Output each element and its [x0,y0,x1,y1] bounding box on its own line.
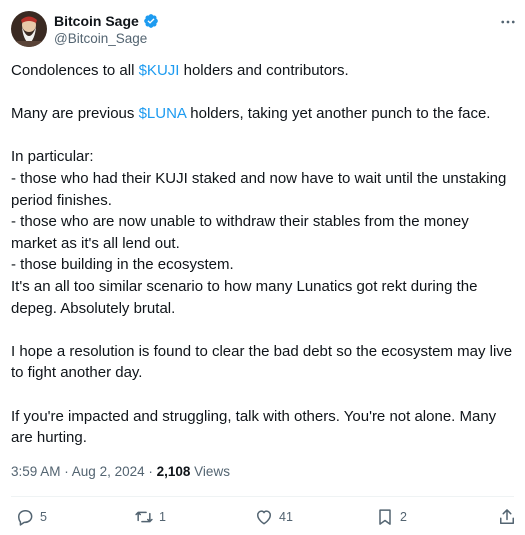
bookmark-count: 2 [400,510,407,524]
avatar-image [11,11,47,47]
reply-button[interactable]: 5 [15,506,47,528]
repost-button[interactable]: 1 [134,506,166,528]
meta-separator: · [60,464,72,479]
divider [11,496,514,497]
text-segment: Condolences to all [11,62,139,79]
repost-icon [135,511,153,523]
tweet-text: Condolences to all $KUJI holders and con… [11,60,517,449]
cashtag-link[interactable]: $KUJI [139,62,180,79]
text-segment: Many are previous [11,105,139,123]
author-handle[interactable]: @Bitcoin_Sage [54,31,147,47]
share-icon [500,509,514,524]
share-button[interactable] [497,506,517,528]
meta-separator: · [144,464,157,479]
tweet-paragraph: In particular: - those who had their KUJ… [11,148,507,317]
avatar[interactable] [11,11,47,47]
tweet-paragraph: I hope a resolution is found to clear th… [11,342,513,382]
tweet-paragraph: If you're impacted and struggling, talk … [11,407,497,447]
reply-icon [18,510,33,526]
cashtag-link[interactable]: $LUNA [139,105,187,122]
like-button[interactable]: 41 [254,506,293,528]
author-name-row: Bitcoin Sage [54,13,159,29]
tweet-paragraph: Condolences to all $KUJI holders and con… [11,60,517,82]
tweet-paragraph: Many are previous $LUNA holders, taking … [11,103,517,125]
more-options-icon[interactable] [499,13,517,31]
tweet-time[interactable]: 3:59 AM [11,464,61,479]
bookmark-button[interactable]: 2 [375,506,407,528]
tweet-meta: 3:59 AM · Aug 2, 2024 · 2,108 Views [11,463,230,481]
tweet-header: Bitcoin Sage @Bitcoin_Sage [11,11,517,51]
action-bar: 5 1 41 2 [11,506,517,528]
verified-badge-icon [143,14,158,28]
tweet-date[interactable]: Aug 2, 2024 [72,464,145,479]
text-segment: holders, taking yet another punch to the… [186,105,491,123]
display-name[interactable]: Bitcoin Sage [54,13,139,29]
heart-icon [257,510,271,525]
reply-count: 5 [40,510,47,524]
like-count: 41 [279,510,293,524]
text-segment: holders and contributors. [179,62,349,79]
bookmark-icon [379,509,391,525]
views-label: Views [190,464,230,479]
views-count: 2,108 [156,464,191,479]
repost-count: 1 [159,510,166,524]
